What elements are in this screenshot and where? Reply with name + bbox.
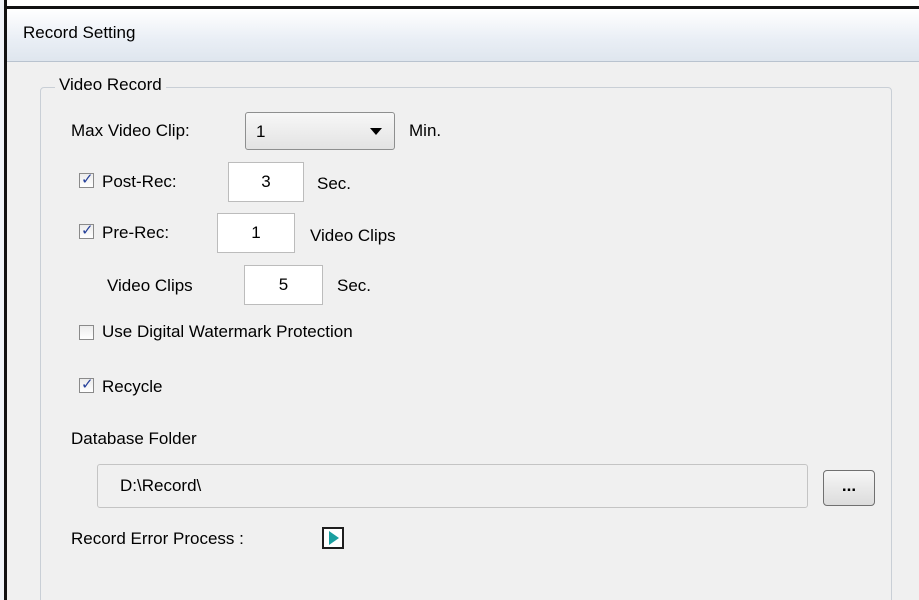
- dropdown-arrow-icon: [370, 128, 382, 135]
- post-rec-checkbox[interactable]: ✓: [79, 171, 94, 188]
- pre-rec-checkbox[interactable]: ✓: [79, 222, 94, 239]
- recycle-checkbox[interactable]: ✓: [79, 376, 94, 393]
- checkmark-icon: ✓: [81, 222, 94, 239]
- checkmark-icon: ✓: [81, 376, 94, 393]
- max-video-clip-label: Max Video Clip:: [71, 121, 190, 140]
- video-record-group: [40, 87, 892, 600]
- window-title: Record Setting: [23, 23, 136, 42]
- post-rec-label: Post-Rec:: [102, 172, 177, 191]
- post-rec-unit: Sec.: [317, 174, 352, 193]
- max-video-clip-unit: Min.: [409, 121, 442, 140]
- video-clips-unit: Sec.: [337, 276, 372, 295]
- recycle-label: Recycle: [102, 377, 163, 396]
- title-bar: Record Setting: [7, 9, 919, 62]
- video-clips-label: Video Clips: [107, 276, 193, 295]
- record-error-process-label: Record Error Process :: [71, 529, 244, 548]
- browse-button[interactable]: ...: [823, 470, 875, 506]
- database-folder-path: D:\Record\: [120, 476, 202, 495]
- checkmark-icon: ✓: [81, 171, 94, 188]
- play-triangle: [329, 531, 339, 545]
- pre-rec-input[interactable]: 1: [217, 213, 295, 253]
- pre-rec-unit: Video Clips: [310, 226, 396, 245]
- window-edge: [0, 0, 7, 600]
- play-icon[interactable]: [322, 527, 344, 549]
- watermark-label: Use Digital Watermark Protection: [102, 322, 353, 341]
- database-folder-path-field[interactable]: D:\Record\: [97, 464, 808, 508]
- pre-rec-label: Pre-Rec:: [102, 223, 170, 242]
- max-video-clip-dropdown[interactable]: 1: [245, 112, 395, 150]
- database-folder-label: Database Folder: [71, 429, 197, 448]
- video-clips-input[interactable]: 5: [244, 265, 323, 305]
- watermark-checkbox[interactable]: [79, 325, 94, 340]
- screen: Record Setting Video Record Max Video Cl…: [0, 0, 919, 600]
- post-rec-input[interactable]: 3: [228, 162, 304, 202]
- max-video-clip-value: 1: [256, 122, 266, 141]
- group-legend: Video Record: [55, 75, 166, 95]
